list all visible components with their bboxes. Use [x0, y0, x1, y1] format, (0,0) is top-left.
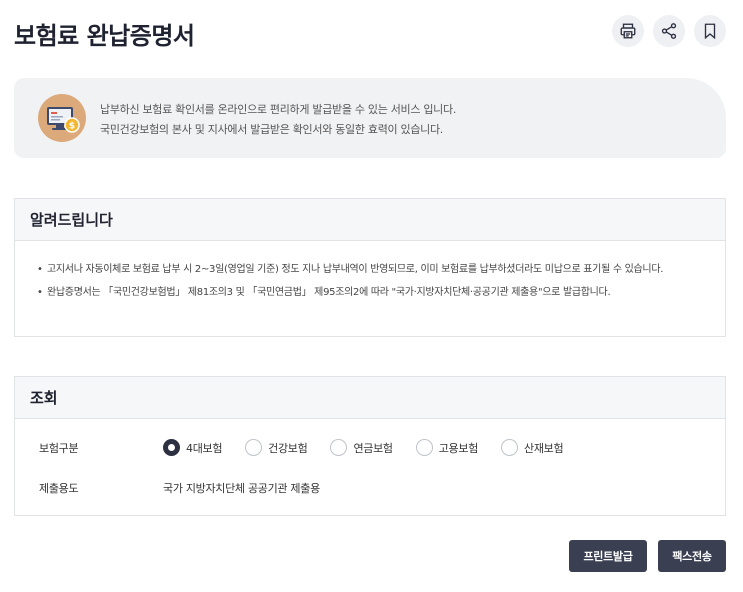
svg-text:$: $ — [69, 122, 75, 132]
radio-checked-icon[interactable] — [163, 439, 180, 456]
query-title: 조회 — [15, 377, 725, 419]
page-title: 보험료 완납증명서 — [14, 22, 195, 50]
share-button[interactable] — [653, 15, 685, 47]
notice-item: 완납증명서는 「국민건강보험법」 제81조의3 및 「국민연금법」 제95조의2… — [37, 284, 697, 301]
radio-label: 연금보험 — [353, 441, 393, 455]
radio-health-insurance[interactable]: 건강보험 — [245, 439, 308, 456]
bookmark-icon — [704, 23, 716, 40]
radio-label: 고용보험 — [438, 441, 479, 455]
radio-label: 건강보험 — [268, 441, 308, 455]
banner-line-2: 국민건강보험의 본사 및 지사에서 발급받은 확인서와 동일한 효력이 있습니다… — [100, 123, 444, 136]
banner-line-1: 납부하신 보험료 확인서를 온라인으로 편리하게 발급받을 수 있는 서비스 입… — [100, 103, 457, 116]
purpose-label: 제출용도 — [39, 482, 79, 495]
query-box: 조회 보험구분 4대보험 건강보험 연금보험 고용보험 산재보험 제출용도 국가… — [14, 376, 726, 516]
radio-4-insurance[interactable]: 4대보험 — [163, 439, 222, 456]
radio-pension-insurance[interactable]: 연금보험 — [330, 439, 393, 456]
notice-title: 알려드립니다 — [15, 199, 725, 241]
print-button[interactable] — [612, 15, 644, 47]
radio-label: 4대보험 — [186, 441, 223, 455]
service-banner: $ 납부하신 보험료 확인서를 온라인으로 편리하게 발급받을 수 있는 서비스… — [14, 78, 726, 158]
fax-send-button[interactable]: 팩스전송 — [658, 540, 726, 572]
notice-list: 고지서나 자동이체로 보험료 납부 시 2~3일(영업일 기준) 정도 지나 납… — [15, 241, 725, 301]
radio-unchecked-icon[interactable] — [501, 439, 519, 456]
print-icon — [620, 23, 636, 39]
notice-box: 알려드립니다 고지서나 자동이체로 보험료 납부 시 2~3일(영업일 기준) … — [14, 198, 726, 337]
insurance-type-label: 보험구분 — [39, 441, 79, 455]
radio-unchecked-icon[interactable] — [330, 439, 348, 456]
monitor-coin-icon: $ — [38, 94, 86, 142]
purpose-value: 국가 지방자치단체 공공기관 제출용 — [163, 482, 320, 495]
insurance-type-radio-group: 4대보험 건강보험 연금보험 고용보험 산재보험 — [163, 439, 586, 456]
share-icon — [661, 23, 677, 39]
banner-text: 납부하신 보험료 확인서를 온라인으로 편리하게 발급받을 수 있는 서비스 입… — [100, 100, 456, 140]
bookmark-button[interactable] — [694, 15, 726, 47]
print-issue-button[interactable]: 프린트발급 — [569, 540, 647, 572]
radio-industrial-accident-insurance[interactable]: 산재보험 — [501, 439, 564, 456]
radio-label: 산재보험 — [524, 441, 564, 455]
insurance-type-row: 보험구분 4대보험 건강보험 연금보험 고용보험 산재보험 — [39, 439, 586, 456]
radio-unchecked-icon[interactable] — [245, 439, 263, 456]
radio-unchecked-icon[interactable] — [415, 439, 433, 456]
purpose-row: 제출용도 국가 지방자치단체 공공기관 제출용 — [39, 480, 320, 496]
notice-item: 고지서나 자동이체로 보험료 납부 시 2~3일(영업일 기준) 정도 지나 납… — [37, 261, 697, 278]
page-header: 보험료 완납증명서 — [14, 14, 726, 50]
radio-employment-insurance[interactable]: 고용보험 — [415, 439, 479, 456]
